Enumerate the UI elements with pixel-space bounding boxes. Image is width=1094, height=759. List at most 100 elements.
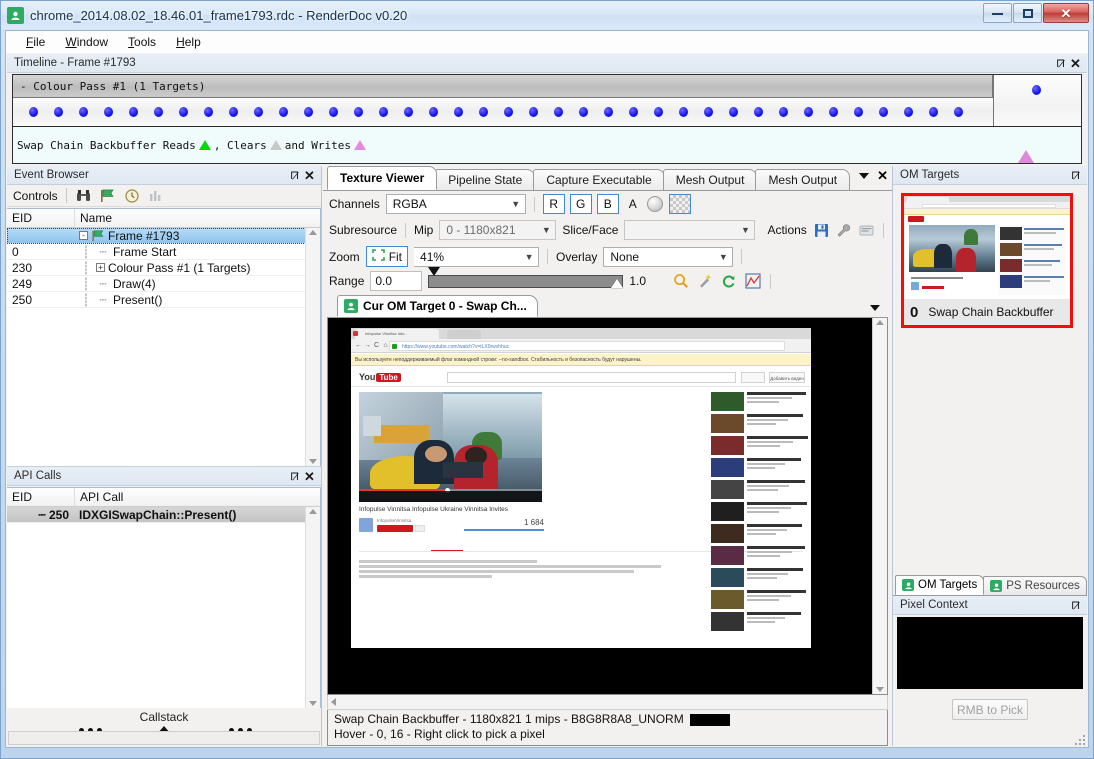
table-row[interactable]: 230 ┊ + Colour Pass #1 (1 Targets) [7, 260, 320, 276]
menu-file[interactable]: File [16, 33, 55, 51]
timeline-dot[interactable] [179, 107, 188, 117]
tab-ps-resources[interactable]: PS Resources [983, 576, 1087, 595]
timeline-dot[interactable] [254, 107, 263, 117]
scroll-down-icon[interactable] [876, 687, 884, 692]
close-icon[interactable]: ✕ [302, 469, 317, 484]
close-icon[interactable]: ✕ [302, 168, 317, 183]
timeline-dot[interactable] [679, 107, 688, 117]
resize-grip[interactable] [1073, 733, 1085, 745]
range-track[interactable] [428, 266, 624, 288]
tab-pipeline-state[interactable]: Pipeline State [435, 169, 536, 190]
callstack-panel[interactable]: Callstack [7, 708, 322, 746]
zoom-combo[interactable]: 41% ▼ [414, 246, 540, 267]
timeline-dot[interactable] [829, 107, 838, 117]
flag-icon[interactable] [99, 187, 117, 205]
channel-a-button[interactable]: A [624, 194, 642, 214]
timeline-dot[interactable] [854, 107, 863, 117]
timeline-dot[interactable] [279, 107, 288, 117]
range-slider[interactable] [428, 266, 624, 288]
range-handle-low[interactable] [428, 266, 441, 276]
timeline-dot[interactable] [654, 107, 663, 117]
channel-r-button[interactable]: R [542, 194, 565, 214]
timeline-dot[interactable] [754, 107, 763, 117]
slice-face-combo[interactable]: ▼ [624, 220, 756, 240]
om-target-thumbnail[interactable]: 0 Swap Chain Backbuffer [901, 193, 1073, 328]
wand-icon[interactable] [696, 272, 714, 290]
close-icon[interactable]: ✕ [1068, 56, 1083, 71]
scroll-up-icon[interactable] [309, 230, 317, 235]
timeline-dot[interactable] [529, 107, 538, 117]
event-browser-grid[interactable]: EID Name - Frame #1793 0 ┊ ┄ Frame Start 230 ┊ +… [7, 208, 321, 466]
timeline-dot[interactable] [229, 107, 238, 117]
pin-icon[interactable]: ⊓̷ [1068, 598, 1083, 613]
menu-tools[interactable]: Tools [118, 33, 166, 51]
tab-capture-executable[interactable]: Capture Executable [533, 169, 665, 190]
timeline-dot[interactable] [129, 107, 138, 117]
fit-button[interactable]: Fit [365, 246, 409, 267]
timer-icon[interactable] [123, 187, 141, 205]
table-row[interactable]: 250 ┊ ┄ Present() [7, 292, 320, 308]
timeline-dot[interactable] [404, 107, 413, 117]
timeline-dot[interactable] [904, 107, 913, 117]
channels-combo[interactable]: RGBA ▼ [385, 194, 526, 214]
pin-icon[interactable]: ⊓̷ [1053, 56, 1068, 71]
range-handle-high[interactable] [611, 278, 624, 288]
checkerboard-icon[interactable] [668, 194, 691, 214]
wrench-icon[interactable] [836, 221, 853, 239]
timeline-dot[interactable] [379, 107, 388, 117]
texture-horizontal-scrollbar[interactable] [327, 695, 888, 710]
table-row[interactable]: 0 ┊ ┄ Frame Start [7, 244, 320, 260]
timeline-dot[interactable] [479, 107, 488, 117]
chevron-down-icon[interactable] [859, 172, 870, 179]
timeline-dot[interactable] [29, 107, 38, 117]
timeline-dot[interactable] [54, 107, 63, 117]
timeline-dot[interactable] [629, 107, 638, 117]
chevron-down-icon[interactable] [870, 305, 880, 311]
timeline-dot[interactable] [454, 107, 463, 117]
texture-vertical-scrollbar[interactable] [872, 318, 887, 694]
tab-om-targets[interactable]: OM Targets [895, 575, 985, 595]
timeline-dot[interactable] [779, 107, 788, 117]
timeline-dot[interactable] [354, 107, 363, 117]
menu-help[interactable]: Help [166, 33, 211, 51]
tab-mesh-output[interactable]: Mesh Output [662, 169, 758, 190]
timeline-present-track[interactable] [993, 75, 1081, 126]
binoculars-icon[interactable] [75, 187, 93, 205]
tab-texture-viewer[interactable]: Texture Viewer [327, 166, 438, 190]
scroll-up-icon[interactable] [309, 509, 317, 514]
table-row[interactable]: ┄ 250 IDXGISwapChain::Present() [7, 507, 320, 523]
reset-icon[interactable] [720, 272, 738, 290]
magnifier-icon[interactable] [672, 272, 690, 290]
minimize-button[interactable] [983, 3, 1012, 23]
save-icon[interactable] [813, 221, 830, 239]
tab-mesh-output[interactable]: Mesh Output [755, 169, 851, 190]
api-calls-grid[interactable]: EID API Call ┄ 250 IDXGISwapChain::Presen… [7, 487, 321, 708]
timeline-track[interactable]: - Colour Pass #1 (1 Targets) [13, 75, 993, 126]
timeline-dot[interactable] [204, 107, 213, 117]
timeline-dot[interactable] [329, 107, 338, 117]
timeline-dot[interactable] [929, 107, 938, 117]
close-button[interactable]: ✕ [1043, 3, 1089, 23]
mip-combo[interactable]: 0 - 1180x821 ▼ [439, 220, 557, 240]
menu-window[interactable]: Window [55, 33, 118, 51]
collapse-icon[interactable]: - [79, 231, 88, 240]
maximize-button[interactable] [1013, 3, 1042, 23]
table-row[interactable]: 249 ┊ ┄ Draw(4) [7, 276, 320, 292]
timeline-dot[interactable] [154, 107, 163, 117]
scroll-up-icon[interactable] [876, 320, 884, 325]
timeline-dot[interactable] [104, 107, 113, 117]
open-icon[interactable] [858, 221, 875, 239]
timeline-dot[interactable] [804, 107, 813, 117]
timeline-dot[interactable] [304, 107, 313, 117]
scroll-down-icon[interactable] [309, 459, 317, 464]
texture-image[interactable]: Infopulse Vinnitsa Info... ← → C ⌂ https… [328, 318, 872, 694]
pin-icon[interactable]: ⊓̷ [287, 168, 302, 183]
scroll-down-icon[interactable] [309, 701, 317, 706]
event-browser-scrollbar[interactable] [305, 228, 320, 466]
timeline-dot[interactable] [79, 107, 88, 117]
timeline-dot[interactable] [504, 107, 513, 117]
pixel-context-canvas[interactable] [897, 617, 1083, 689]
timeline-dot[interactable] [954, 107, 963, 117]
expand-icon[interactable]: + [96, 263, 105, 272]
timeline-dot[interactable] [554, 107, 563, 117]
